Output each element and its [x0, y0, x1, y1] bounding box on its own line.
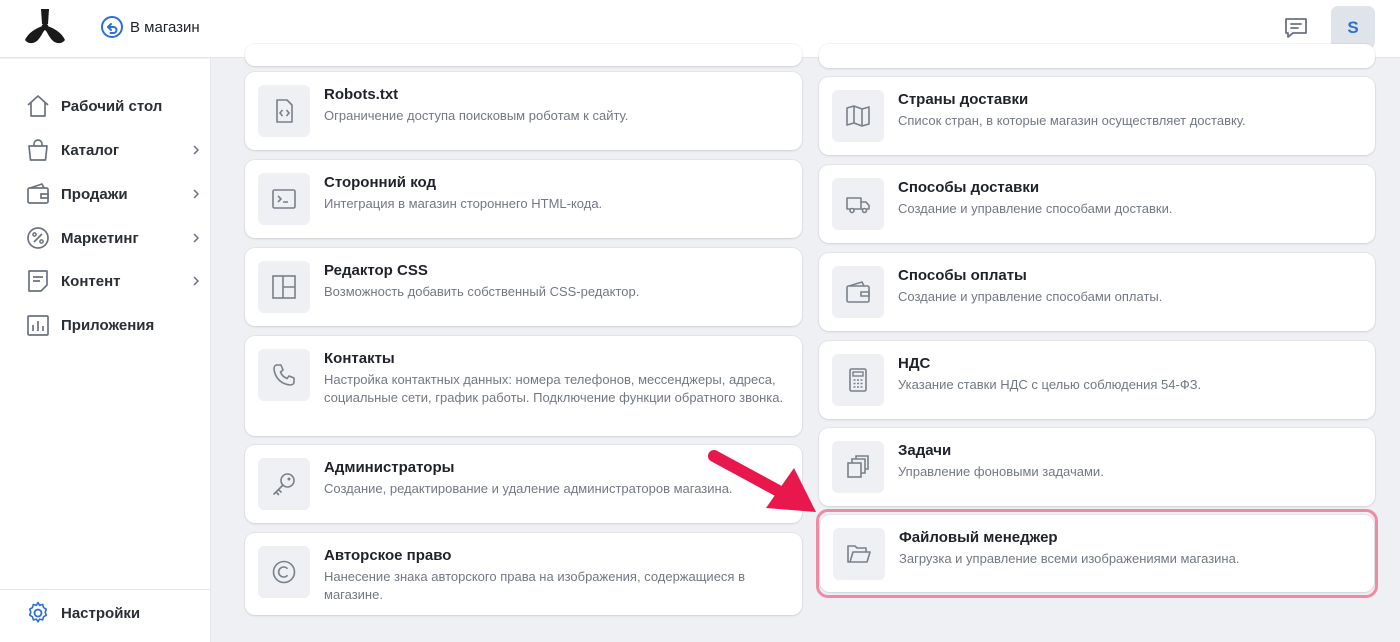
settings-card-robots[interactable]: Robots.txt Ограничение доступа поисковым… [245, 72, 802, 150]
card-icon-box [832, 266, 884, 318]
sidebar-item-label: Каталог [61, 141, 120, 159]
chevron-right-icon [193, 233, 200, 243]
truck-icon [846, 197, 870, 214]
settings-card-partial [819, 44, 1375, 68]
logo-icon[interactable] [24, 8, 66, 46]
card-description: Создание и управление способами оплаты. [898, 289, 1163, 304]
settings-card-delivery-countries[interactable]: Страны доставки Список стран, в которые … [819, 77, 1375, 155]
sidebar-item-apps[interactable]: Приложения [26, 311, 201, 339]
card-title: Контакты [324, 350, 395, 367]
layout-icon [272, 275, 296, 299]
sidebar-item-label: Настройки [61, 604, 141, 622]
card-title: Редактор CSS [324, 262, 428, 279]
code-file-icon [276, 99, 293, 123]
settings-card-partial [245, 44, 802, 66]
gear-icon [28, 601, 48, 623]
card-icon-box [258, 173, 310, 225]
phone-icon [273, 364, 295, 386]
sidebar-item-label: Маркетинг [61, 229, 139, 247]
terminal-icon [272, 189, 296, 209]
sidebar-item-label: Приложения [61, 316, 155, 334]
card-icon-box [832, 441, 884, 493]
settings-card-tasks[interactable]: Задачи Управление фоновыми задачами. [819, 428, 1375, 506]
card-description: Указание ставки НДС с целью соблюдения 5… [898, 377, 1202, 392]
card-title: Администраторы [324, 459, 455, 476]
home-icon [27, 95, 49, 117]
card-title: Способы доставки [898, 179, 1040, 196]
card-description: Создание и управление способами доставки… [898, 201, 1173, 216]
wallet-icon [27, 183, 49, 204]
settings-card-third-party-code[interactable]: Сторонний код Интеграция в магазин сторо… [245, 160, 802, 238]
sidebar-item-content[interactable]: Контент [26, 267, 201, 295]
calculator-icon [849, 368, 867, 392]
card-description: Настройка контактных данных: номера теле… [324, 372, 784, 405]
card-description: Управление фоновыми задачами. [898, 464, 1104, 479]
chevron-right-icon [193, 145, 200, 155]
document-icon [28, 270, 48, 292]
map-icon [846, 105, 870, 127]
chat-icon[interactable] [1283, 15, 1309, 41]
sidebar-item-dashboard[interactable]: Рабочий стол [26, 92, 201, 120]
card-icon-box [258, 546, 310, 598]
settings-card-contacts[interactable]: Контакты Настройка контактных данных: но… [245, 336, 802, 436]
card-icon-box [258, 85, 310, 137]
card-description: Нанесение знака авторского права на изоб… [324, 569, 745, 602]
sidebar-item-sales[interactable]: Продажи [26, 180, 201, 208]
sidebar-item-marketing[interactable]: Маркетинг [26, 224, 201, 252]
card-icon-box [258, 458, 310, 510]
card-title: Robots.txt [324, 86, 399, 103]
back-to-store-label: В магазин [130, 18, 200, 36]
copyright-icon [272, 560, 296, 584]
sidebar-item-catalog[interactable]: Каталог [26, 136, 201, 164]
card-description: Список стран, в которые магазин осуществ… [898, 113, 1246, 128]
settings-card-delivery-methods[interactable]: Способы доставки Создание и управление с… [819, 165, 1375, 243]
chart-icon [27, 315, 49, 336]
card-icon-box [832, 178, 884, 230]
card-title: Задачи [898, 442, 952, 459]
sidebar-item-label: Рабочий стол [61, 97, 163, 115]
key-icon [273, 473, 295, 496]
sidebar: Рабочий стол Каталог Продажи Маркетинг К… [0, 59, 211, 642]
card-icon-box [258, 349, 310, 401]
sidebar-item-label: Продажи [61, 185, 128, 203]
chevron-right-icon [193, 276, 200, 286]
card-description: Интеграция в магазин стороннего HTML-код… [324, 196, 603, 211]
card-icon-box [832, 354, 884, 406]
card-icon-box [832, 90, 884, 142]
annotation-arrow-icon [708, 450, 816, 512]
card-icon-box [258, 261, 310, 313]
card-title: Способы оплаты [898, 267, 1027, 284]
settings-card-copyright[interactable]: Авторское право Нанесение знака авторско… [245, 533, 802, 615]
back-to-store-link[interactable]: В магазин [100, 15, 200, 39]
settings-card-css-editor[interactable]: Редактор CSS Возможность добавить собств… [245, 248, 802, 326]
sidebar-item-settings[interactable]: Настройки [26, 599, 201, 627]
card-title: Сторонний код [324, 174, 436, 191]
sidebar-item-label: Контент [61, 272, 121, 290]
settings-card-payment-methods[interactable]: Способы оплаты Создание и управление спо… [819, 253, 1375, 331]
card-title: Страны доставки [898, 91, 1029, 108]
wallet-icon [846, 281, 870, 303]
settings-card-vat[interactable]: НДС Указание ставки НДС с целью соблюден… [819, 341, 1375, 419]
sidebar-divider [0, 589, 210, 590]
card-description: Ограничение доступа поисковым роботам к … [324, 108, 629, 123]
back-arrow-icon [101, 16, 123, 38]
card-title: Авторское право [324, 547, 452, 564]
percent-icon [27, 227, 49, 249]
highlight-frame [816, 509, 1378, 598]
card-description: Возможность добавить собственный CSS-ред… [324, 284, 640, 299]
chevron-right-icon [193, 189, 200, 199]
layers-icon [847, 455, 869, 478]
user-avatar[interactable]: S [1331, 6, 1375, 49]
card-title: НДС [898, 355, 931, 372]
shopping-bag-icon [28, 139, 48, 161]
